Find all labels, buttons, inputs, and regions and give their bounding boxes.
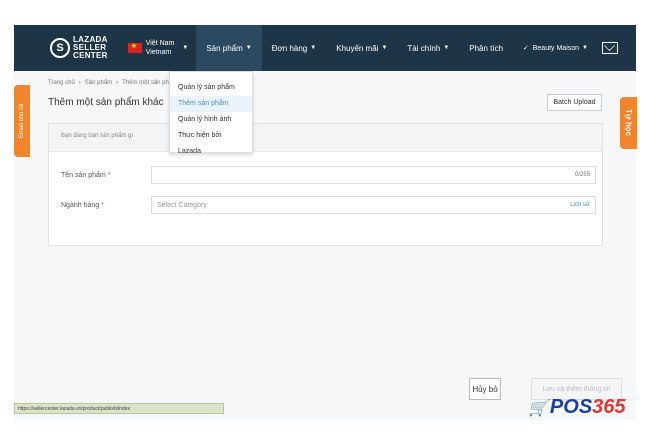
chevron-down-icon: ▼ bbox=[381, 45, 388, 51]
nav-analytics[interactable]: Phân tích bbox=[459, 25, 513, 71]
mail-icon[interactable] bbox=[602, 42, 618, 54]
top-navigation: S LAZADA SELLER CENTER Việt Nam Vietnam … bbox=[14, 25, 636, 71]
account-menu[interactable]: ✓ Beauty Maison ▼ bbox=[522, 44, 588, 53]
brand-line-3: CENTER bbox=[73, 51, 108, 60]
batch-upload-button[interactable]: Batch Upload bbox=[547, 94, 602, 111]
cart-icon: 🛒 bbox=[528, 399, 548, 417]
account-name: Beauty Maison bbox=[532, 44, 580, 52]
breadcrumb: Trang chủ › Sản phẩm › Thêm một sản phẩ bbox=[48, 80, 172, 86]
country-selector[interactable]: Việt Nam Vietnam bbox=[146, 39, 175, 57]
main-nav: Sản phẩm ▼ Đơn hàng ▼ Khuyến mãi ▼ Tài chín… bbox=[196, 25, 513, 71]
breadcrumb-products[interactable]: Sản phẩm bbox=[85, 80, 112, 86]
breadcrumb-home[interactable]: Trang chủ bbox=[48, 80, 75, 86]
product-name-row: Tên sản phẩm * 0/255 bbox=[61, 166, 596, 184]
category-row: Ngành hàng * Select Category Lịch sử bbox=[61, 196, 596, 214]
breadcrumb-current: Thêm một sản phẩ bbox=[122, 80, 173, 86]
nav-orders[interactable]: Đơn hàng ▼ bbox=[262, 25, 326, 71]
chevron-down-icon: ▼ bbox=[443, 45, 450, 51]
nav-promotions[interactable]: Khuyến mãi ▼ bbox=[326, 25, 397, 71]
chevron-right-icon: › bbox=[78, 80, 81, 86]
product-name-label: Tên sản phẩm bbox=[61, 171, 106, 179]
pos365-watermark: 🛒 POS 365 bbox=[528, 396, 626, 418]
char-counter: 0/255 bbox=[574, 172, 590, 178]
category-select[interactable]: Select Category Lịch sử bbox=[151, 196, 596, 214]
product-form-card: Bạn đang bán sản phẩm gì Tên sản phẩm * … bbox=[48, 123, 603, 246]
product-name-input[interactable]: 0/255 bbox=[151, 166, 596, 184]
lazada-logo[interactable]: S LAZADA SELLER CENTER bbox=[50, 25, 108, 71]
email-me-tab[interactable]: Email cho tôi bbox=[14, 85, 30, 157]
page-title: Thêm một sản phẩm khác bbox=[48, 97, 164, 108]
products-dropdown: Quản lý sản phẩm Thêm sản phẩm Quản lý h… bbox=[169, 71, 253, 155]
country-name-vi: Việt Nam bbox=[145, 40, 175, 47]
check-icon: ✓ bbox=[522, 45, 529, 52]
chevron-down-icon: ▼ bbox=[582, 45, 588, 51]
required-mark: * bbox=[101, 201, 104, 209]
chevron-right-icon: › bbox=[116, 80, 119, 86]
category-placeholder: Select Category bbox=[157, 201, 207, 209]
vietnam-flag-icon bbox=[127, 42, 142, 53]
nav-products[interactable]: Sản phẩm ▼ bbox=[196, 25, 262, 71]
cancel-button[interactable]: Hủy bỏ bbox=[469, 378, 501, 400]
chevron-down-icon: ▼ bbox=[182, 45, 189, 51]
lazada-s-icon: S bbox=[50, 38, 70, 58]
country-name-en: Vietnam bbox=[145, 49, 172, 56]
menu-fulfilled-by-lazada[interactable]: Thực hiện bởi Lazada bbox=[170, 128, 252, 155]
menu-manage-images[interactable]: Quản lý hình ảnh bbox=[170, 112, 252, 128]
nav-finance[interactable]: Tài chính ▼ bbox=[397, 25, 459, 71]
chevron-down-icon: ▼ bbox=[245, 45, 252, 51]
menu-add-product[interactable]: Thêm sản phẩm bbox=[170, 96, 252, 112]
status-url: https://sellercenter.lazada.vn/product/p… bbox=[14, 403, 224, 414]
chevron-down-icon: ▼ bbox=[310, 45, 317, 51]
history-link[interactable]: Lịch sử bbox=[570, 202, 590, 208]
menu-manage-products[interactable]: Quản lý sản phẩm bbox=[170, 80, 252, 96]
card-hint: Bạn đang bán sản phẩm gì bbox=[49, 124, 602, 152]
self-learning-tab[interactable]: Tự học bbox=[620, 97, 637, 149]
required-mark: * bbox=[107, 171, 111, 179]
app-window: S LAZADA SELLER CENTER Việt Nam Vietnam … bbox=[14, 25, 636, 420]
category-label: Ngành hàng bbox=[61, 201, 100, 209]
